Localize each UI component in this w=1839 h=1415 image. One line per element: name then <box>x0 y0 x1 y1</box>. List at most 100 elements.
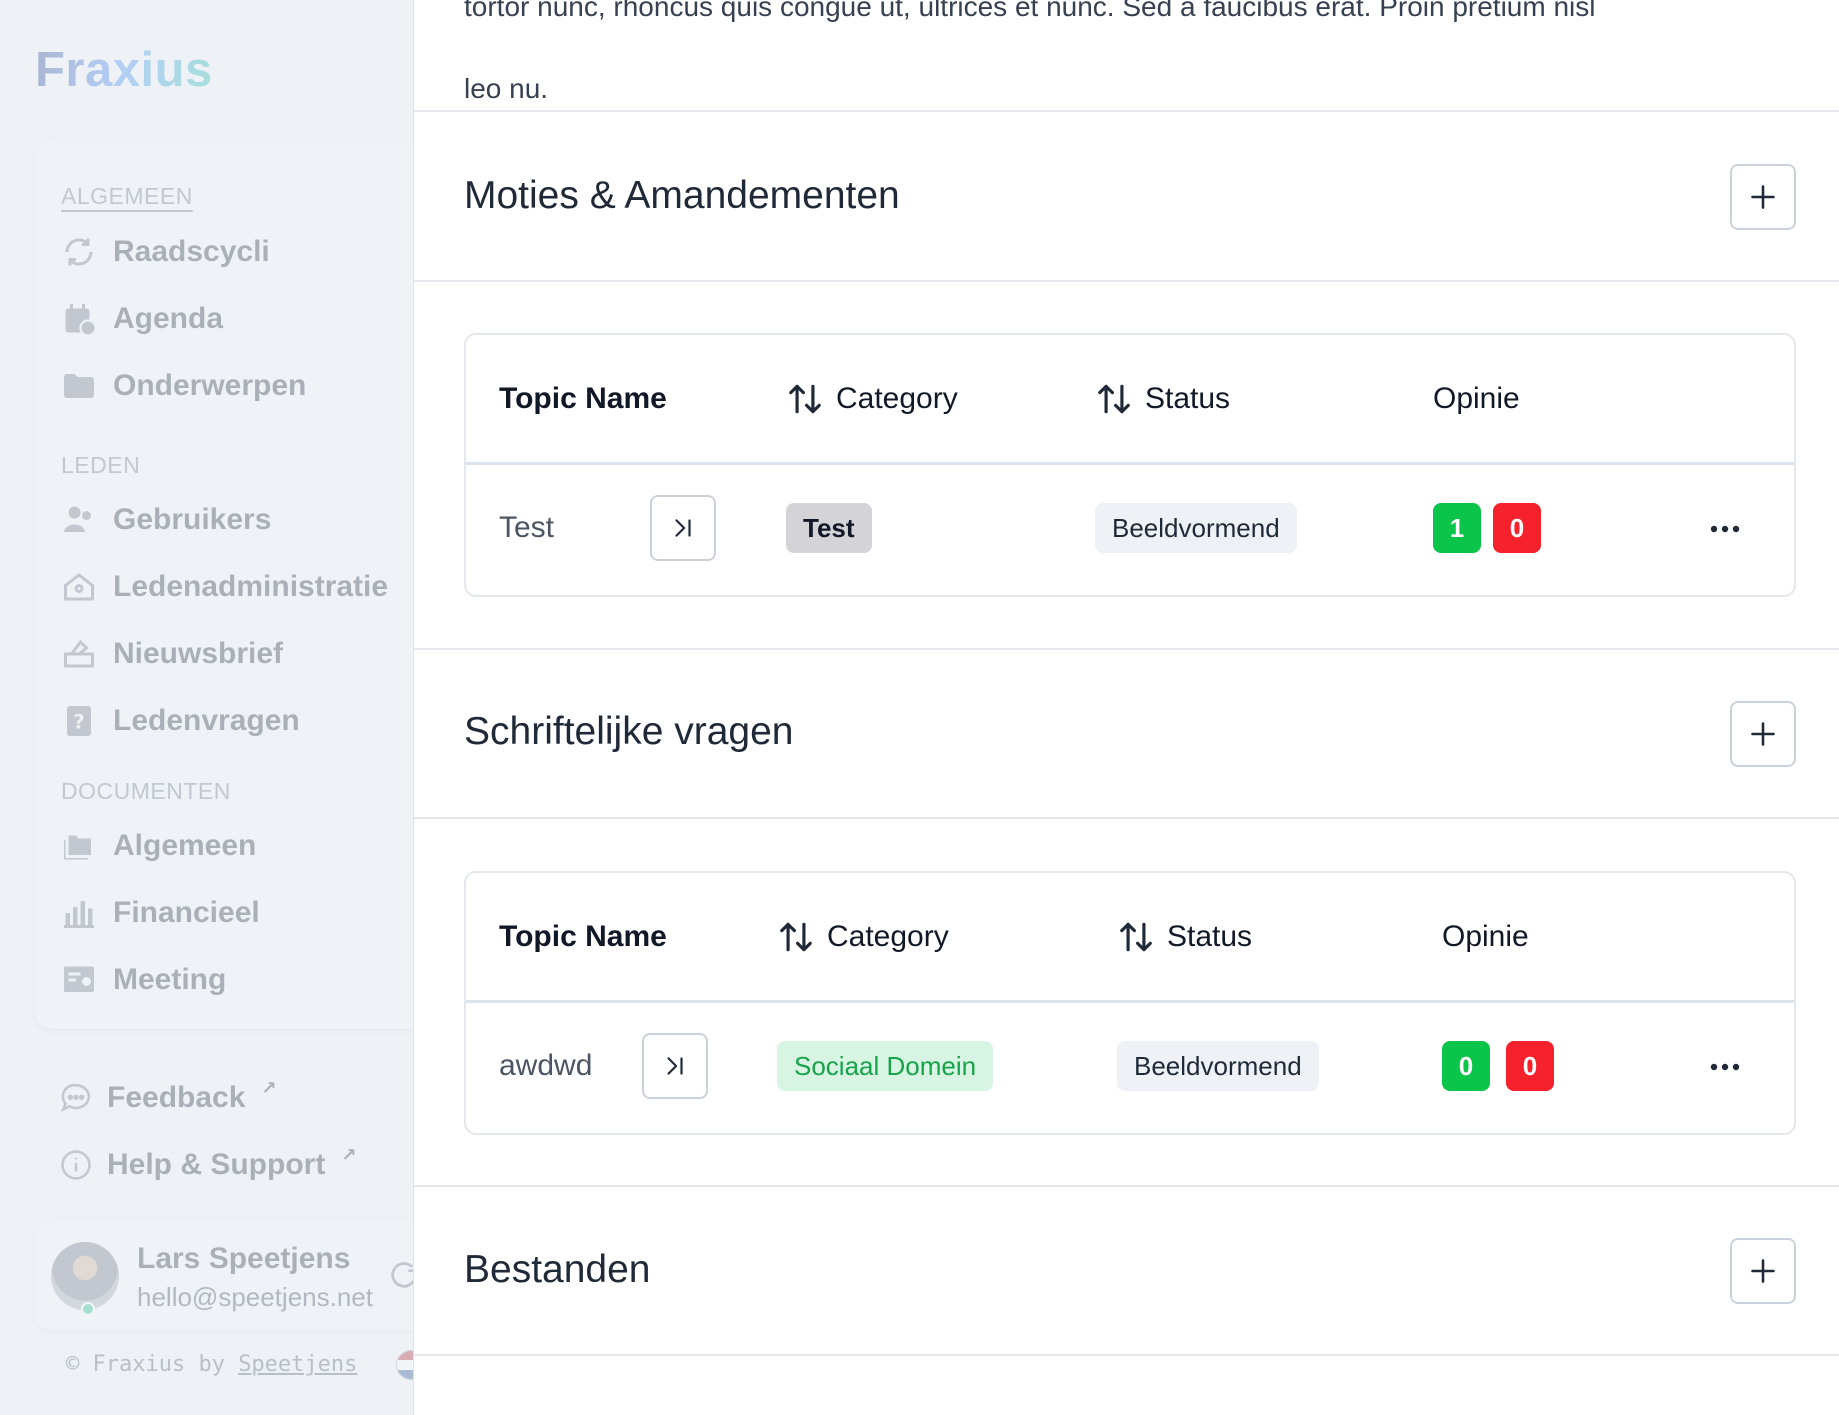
topic-name: Test <box>499 511 555 544</box>
user-card[interactable]: Lars Speetjens hello@speetjens.net <box>35 1220 435 1330</box>
copyright-prefix: © Fraxius by <box>66 1352 239 1377</box>
row-actions-button[interactable] <box>1707 1049 1743 1085</box>
nav-section-documents: DOCUMENTEN <box>61 778 231 804</box>
plus-icon <box>1751 185 1775 209</box>
column-label: Status <box>1145 382 1231 415</box>
sidebar-item-meeting[interactable]: Meeting <box>61 960 226 1000</box>
header-divider <box>466 1000 1794 1003</box>
vote-up-count: 0 <box>1442 1041 1490 1091</box>
feedback-link[interactable]: Feedback ↗ <box>59 1078 277 1118</box>
add-bestand-button[interactable] <box>1730 1238 1796 1304</box>
presentation-icon <box>64 966 94 992</box>
moties-table: Topic Name Category Status Opinie Test T… <box>464 333 1796 597</box>
question-icon: ? <box>67 706 91 736</box>
user-name: Lars Speetjens <box>137 1242 351 1275</box>
nav-section-general: ALGEMEEN <box>61 183 193 209</box>
column-label: Category <box>836 382 958 415</box>
column-header-category[interactable]: Category <box>777 917 949 957</box>
sidebar-item-onderwerpen[interactable]: Onderwerpen <box>61 366 306 406</box>
sidebar-item-agenda[interactable]: Agenda <box>61 299 223 339</box>
user-email: hello@speetjens.net <box>137 1282 373 1312</box>
column-header-topic-name[interactable]: Topic Name <box>499 379 667 419</box>
calendar-icon <box>65 304 97 337</box>
sidebar-item-nieuwsbrief[interactable]: Nieuwsbrief <box>61 634 283 674</box>
sidebar-item-label: Onderwerpen <box>113 369 307 402</box>
sort-icon <box>1098 384 1130 414</box>
help-support-link[interactable]: Help & Support ↗ <box>59 1145 356 1185</box>
column-label: Status <box>1167 920 1253 953</box>
sidebar-item-gebruikers[interactable]: Gebruikers <box>61 500 271 540</box>
folder-icon <box>64 374 94 398</box>
status-badge: Beeldvormend <box>1095 503 1297 553</box>
row-actions-button[interactable] <box>1707 511 1743 547</box>
sidebar-item-financieel[interactable]: Financieel <box>61 893 260 933</box>
feedback-label: Feedback <box>107 1081 246 1114</box>
vote-down-count: 0 <box>1493 503 1541 553</box>
divider <box>414 648 1839 650</box>
column-label: Topic Name <box>499 920 667 953</box>
plus-icon <box>1751 722 1775 746</box>
more-horizontal-icon <box>1710 525 1740 533</box>
sort-icon <box>1120 922 1152 952</box>
add-motie-button[interactable] <box>1730 164 1796 230</box>
column-label: Topic Name <box>499 382 667 415</box>
divider <box>414 280 1839 282</box>
column-label: Opinie <box>1433 382 1520 415</box>
column-header-status[interactable]: Status <box>1095 379 1230 419</box>
external-link-icon: ↗ <box>261 1077 277 1098</box>
sort-icon <box>780 922 812 952</box>
sidebar-item-label: Ledenadministratie <box>113 570 389 603</box>
section-title-bestanden: Bestanden <box>464 1248 651 1291</box>
folders-icon <box>64 835 91 860</box>
category-badge: Sociaal Domein <box>777 1041 994 1091</box>
bar-chart-icon <box>64 901 94 928</box>
column-header-opinie: Opinie <box>1433 379 1520 419</box>
sidebar-item-raadscycli[interactable]: Raadscycli <box>61 232 270 272</box>
column-header-category[interactable]: Category <box>786 379 958 419</box>
open-topic-button[interactable] <box>642 1033 708 1099</box>
sidebar-item-label: Raadscycli <box>113 235 270 268</box>
add-schriftelijke-vraag-button[interactable] <box>1730 701 1796 767</box>
sidebar-item-label: Ledenvragen <box>113 704 300 737</box>
sidebar-item-ledenadministratie[interactable]: Ledenadministratie <box>61 567 388 607</box>
column-header-topic-name[interactable]: Topic Name <box>499 917 667 957</box>
app-logo[interactable]: Fraxius <box>35 42 213 98</box>
skip-forward-icon <box>667 1057 683 1075</box>
sidebar-item-label: Nieuwsbrief <box>113 637 284 670</box>
column-header-opinie: Opinie <box>1442 917 1529 957</box>
sidebar-item-label: Financieel <box>113 896 260 929</box>
section-title-moties: Moties & Amandementen <box>464 174 900 217</box>
users-icon <box>64 506 91 532</box>
sidebar-item-label: Gebruikers <box>113 503 272 536</box>
sidebar: Fraxius ALGEMEEN Raadscycli Agenda Onder… <box>0 0 435 1415</box>
table-header: Topic Name Category Status Opinie <box>466 335 1794 463</box>
schriftelijke-vragen-table: Topic Name Category Status Opinie awdwd … <box>464 871 1796 1135</box>
svg-text:?: ? <box>73 711 84 734</box>
plus-icon <box>1751 1259 1775 1283</box>
section-title-schriftelijke-vragen: Schriftelijke vragen <box>464 710 794 753</box>
divider <box>414 817 1839 819</box>
sidebar-item-label: Meeting <box>113 963 227 996</box>
table-header: Topic Name Category Status Opinie <box>466 873 1794 1001</box>
main-content: tortor nunc, rhoncus quis congue ut, ult… <box>413 0 1839 1415</box>
help-support-label: Help & Support <box>107 1148 326 1181</box>
open-topic-button[interactable] <box>650 495 716 561</box>
cycle-icon <box>65 238 93 266</box>
category-badge: Test <box>786 503 872 553</box>
sidebar-item-ledenvragen[interactable]: ? Ledenvragen <box>61 701 300 741</box>
sort-icon <box>789 384 821 414</box>
topic-name: awdwd <box>499 1049 593 1082</box>
divider <box>414 110 1839 112</box>
avatar <box>51 1242 119 1310</box>
vote-up-count: 1 <box>1433 503 1481 553</box>
column-header-status[interactable]: Status <box>1117 917 1252 957</box>
copyright-note: © Fraxius by Speetjens <box>66 1352 357 1377</box>
vote-down-count: 0 <box>1506 1041 1554 1091</box>
chat-bubble-icon <box>60 1083 91 1112</box>
external-link-icon: ↗ <box>341 1144 357 1165</box>
column-label: Opinie <box>1442 920 1529 953</box>
speetjens-link[interactable]: Speetjens <box>238 1352 357 1377</box>
skip-forward-icon <box>675 519 691 537</box>
sidebar-item-algemeen[interactable]: Algemeen <box>61 826 256 866</box>
nav-section-members: LEDEN <box>61 452 141 478</box>
